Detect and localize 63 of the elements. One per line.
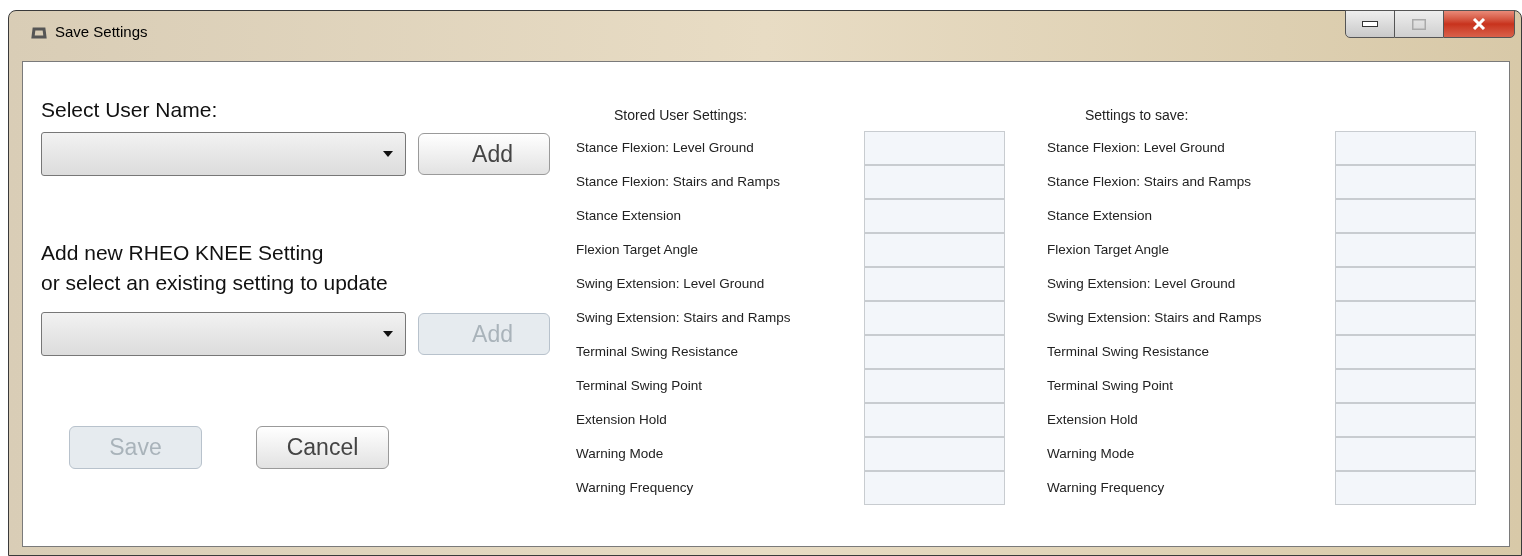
setting-label: Stance Flexion: Level Ground (1046, 138, 1226, 157)
caret-icon (383, 151, 393, 157)
input-field[interactable] (1335, 436, 1476, 471)
setting-label: Warning Mode (1046, 444, 1136, 463)
setting-label: Warning Frequency (575, 478, 695, 497)
cancel-button[interactable]: Cancel (256, 426, 389, 469)
input-field[interactable] (864, 368, 1005, 403)
input-field[interactable] (864, 470, 1005, 505)
caret-icon (383, 331, 393, 337)
input-field[interactable] (864, 266, 1005, 301)
input-field[interactable] (864, 164, 1005, 199)
setting-label: Stance Flexion: Stairs and Ramps (575, 172, 782, 191)
add-button[interactable]: Add (418, 133, 550, 175)
minimize-icon (1362, 21, 1378, 27)
instruction-text: or select an existing setting to update (41, 270, 389, 296)
setting-label: Extension Hold (1046, 410, 1139, 429)
setting-label: Swing Extension: Stairs and Ramps (1046, 308, 1263, 327)
setting-label: Terminal Swing Point (575, 376, 704, 395)
setting-label: Stance Extension (1046, 206, 1154, 225)
close-icon (1472, 18, 1486, 30)
setting-label: Terminal Swing Point (1046, 376, 1175, 395)
setting-label: Swing Extension: Stairs and Ramps (575, 308, 792, 327)
input-field[interactable] (864, 130, 1005, 165)
user-name-dropdown[interactable] (41, 132, 406, 176)
input-field[interactable] (1335, 334, 1476, 369)
column-heading: Stored User Settings: (613, 106, 749, 124)
input-field[interactable] (1335, 266, 1476, 301)
setting-label: Stance Flexion: Stairs and Ramps (1046, 172, 1253, 191)
setting-label: Stance Extension (575, 206, 683, 225)
setting-label: Flexion Target Angle (575, 240, 700, 259)
minimize-button[interactable] (1345, 10, 1395, 38)
setting-label: Warning Mode (575, 444, 665, 463)
app-icon (31, 25, 47, 40)
setting-label: Warning Frequency (1046, 478, 1166, 497)
input-field[interactable] (864, 402, 1005, 437)
input-field[interactable] (864, 198, 1005, 233)
setting-label: Stance Flexion: Level Ground (575, 138, 755, 157)
input-field[interactable] (1335, 300, 1476, 335)
setting-label: Terminal Swing Resistance (1046, 342, 1211, 361)
field-label: Select User Name: (41, 97, 219, 123)
maximize-icon (1412, 18, 1426, 30)
setting-label: Swing Extension: Level Ground (1046, 274, 1237, 293)
setting-label: Terminal Swing Resistance (575, 342, 740, 361)
input-field[interactable] (864, 436, 1005, 471)
maximize-button[interactable] (1395, 10, 1443, 38)
setting-label: Extension Hold (575, 410, 668, 429)
setting-label: Swing Extension: Level Ground (575, 274, 766, 293)
input-field[interactable] (864, 232, 1005, 267)
input-field[interactable] (1335, 164, 1476, 199)
window-title: Save Settings (55, 22, 148, 42)
input-field[interactable] (1335, 368, 1476, 403)
input-field[interactable] (1335, 232, 1476, 267)
input-field[interactable] (1335, 198, 1476, 233)
input-field[interactable] (864, 300, 1005, 335)
close-button[interactable] (1443, 10, 1515, 38)
input-field[interactable] (1335, 130, 1476, 165)
setting-dropdown[interactable] (41, 312, 406, 356)
input-field[interactable] (1335, 470, 1476, 505)
input-field[interactable] (1335, 402, 1476, 437)
instruction-text: Add new RHEO KNEE Setting (41, 240, 325, 266)
column-heading: Settings to save: (1084, 106, 1190, 124)
input-field[interactable] (864, 334, 1005, 369)
setting-label: Flexion Target Angle (1046, 240, 1171, 259)
